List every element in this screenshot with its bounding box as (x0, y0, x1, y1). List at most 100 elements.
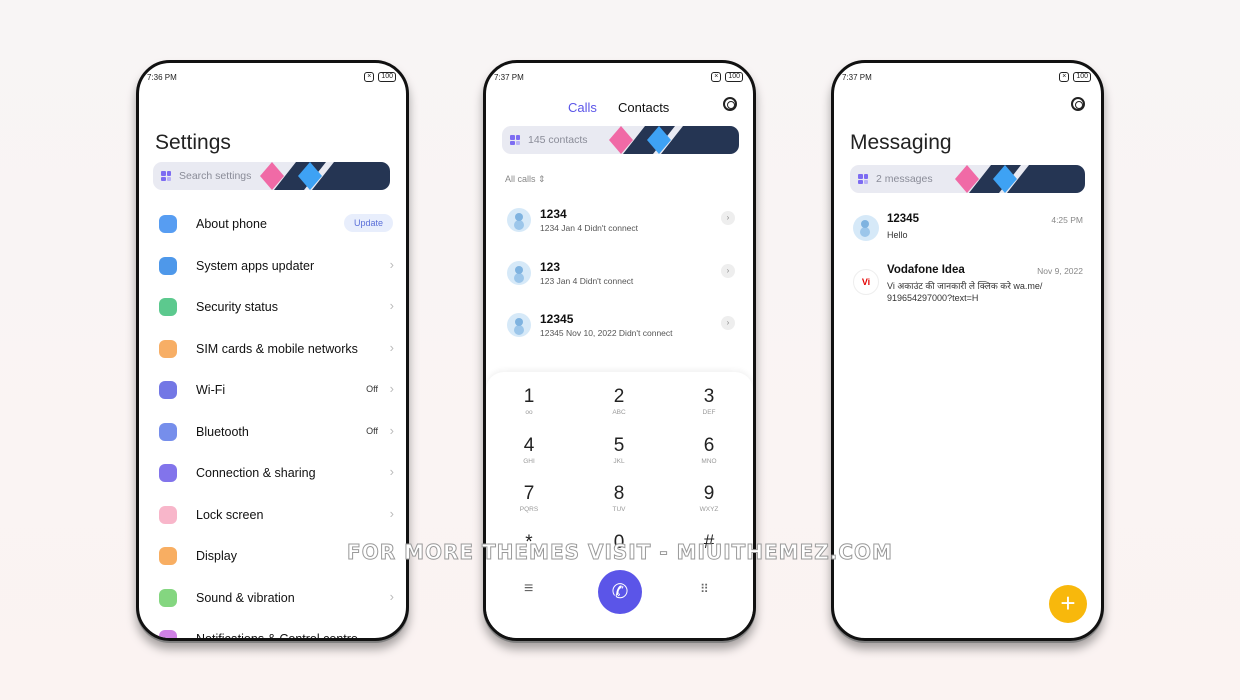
menu-icon[interactable]: ≡ (524, 580, 533, 598)
key-letters: MNO (701, 457, 717, 465)
message-time: Nov 9, 2022 (1037, 266, 1083, 276)
chevron-right-icon[interactable]: › (721, 263, 735, 278)
status-icons: × 100 (364, 72, 396, 82)
chevron-right-icon: › (389, 381, 394, 396)
settings-item-label: Lock screen (196, 507, 264, 522)
settings-item-label: Bluetooth (196, 424, 249, 439)
battery-icon: 100 (725, 72, 743, 82)
message-thread[interactable]: 12345 4:25 PM Hello (834, 213, 1101, 257)
status-icons: × 100 (711, 72, 743, 82)
dial-key[interactable]: 2 ABC (589, 386, 649, 416)
tab-calls[interactable]: Calls (568, 100, 597, 115)
banner-decoration (609, 126, 739, 154)
filter-label: All calls (505, 174, 536, 184)
dialpad: 1 ᴏᴏ 2 ABC 3 DEF 4 GHI 5 JKL 6 MNO 7 PQRS 8 TUV 9 WXYZ * 0 +… (486, 372, 753, 638)
chevron-right-icon: › (389, 630, 394, 641)
message-preview: Vi अकाउंट की जानकारी ले क्लिक करे wa.me/… (887, 281, 1043, 303)
settings-item-value: Off (366, 425, 378, 436)
key-letters: TUV (612, 506, 626, 513)
settings-item[interactable]: Wi-Fi Off › (139, 375, 406, 405)
settings-item-label: Security status (196, 300, 278, 314)
dial-key[interactable]: 8 TUV (589, 483, 649, 513)
status-time: 7:36 PM (147, 73, 177, 82)
settings-item-label: Sound & vibration (196, 590, 295, 605)
page-title: Settings (155, 131, 231, 154)
dial-key[interactable]: 4 GHI (499, 435, 559, 465)
sim-icon: × (1059, 72, 1070, 82)
call-button[interactable]: ✆ (598, 570, 642, 614)
battery-icon: 100 (1073, 72, 1091, 82)
new-message-button[interactable]: + (1049, 585, 1087, 623)
chevron-right-icon: › (389, 256, 394, 272)
settings-item[interactable]: Sound & vibration › (139, 583, 406, 613)
settings-item[interactable]: Security status › (139, 292, 406, 322)
call-log-row[interactable]: 1234 1234 Jan 4 Didn't connect › (486, 203, 753, 247)
dial-key[interactable]: 3 DEF (679, 386, 739, 416)
vodafone-logo: Vi (853, 269, 879, 295)
call-name: 1234 (540, 207, 567, 221)
sim-icon: × (711, 72, 722, 82)
dial-key[interactable]: 7 PQRS (499, 483, 559, 513)
sender-name: Vodafone Idea (887, 264, 965, 276)
key-digit: 7 (523, 483, 535, 504)
search-input[interactable]: Search settings (153, 162, 390, 190)
settings-item[interactable]: Notifications & Control centre › (139, 624, 406, 641)
settings-item-value: Off (366, 384, 378, 394)
dial-key[interactable]: 5 JKL (589, 435, 649, 465)
key-letters: WXYZ (699, 506, 719, 513)
gear-icon[interactable] (1071, 97, 1085, 111)
avatar (507, 208, 531, 232)
settings-item[interactable]: SIM cards & mobile networks › (139, 334, 406, 364)
avatar (853, 215, 879, 241)
chevron-right-icon: › (389, 339, 394, 355)
call-log-row[interactable]: 123 123 Jan 4 Didn't connect › (486, 256, 753, 300)
battery-icon: 100 (378, 72, 396, 82)
gear-icon[interactable] (723, 97, 737, 111)
settings-item[interactable]: System apps updater › (139, 251, 406, 281)
contacts-search-input[interactable]: 145 contacts (502, 126, 739, 154)
settings-item-label: Notifications & Control centre (196, 632, 358, 641)
key-letters: JKL (613, 457, 625, 465)
dial-key[interactable]: 1 ᴏᴏ (499, 386, 559, 416)
update-icon (159, 256, 177, 275)
call-name: 12345 (540, 312, 574, 326)
dialpad-toggle-icon[interactable]: ⠿ (700, 582, 709, 596)
tab-contacts[interactable]: Contacts (618, 100, 669, 115)
avatar (507, 260, 531, 285)
sender-name: 12345 (887, 213, 919, 225)
call-detail: 12345 Nov 10, 2022 Didn't connect (540, 328, 673, 338)
key-letters: ABC (612, 409, 626, 416)
connection-icon (159, 464, 177, 482)
status-icons: × 100 (1059, 72, 1091, 82)
key-digit: 9 (703, 483, 715, 504)
settings-item-label: Connection & sharing (196, 466, 316, 480)
call-log-row[interactable]: 12345 12345 Nov 10, 2022 Didn't connect › (486, 308, 753, 352)
dial-key[interactable]: 6 MNO (679, 435, 739, 465)
key-letters: GHI (523, 457, 535, 465)
call-detail: 123 Jan 4 Didn't connect (540, 275, 634, 286)
settings-item[interactable]: Bluetooth Off › (139, 417, 406, 447)
update-badge[interactable]: Update (343, 214, 393, 232)
key-digit: 3 (703, 386, 715, 407)
banner-decoration (260, 162, 390, 190)
sort-icon: ⇕ (538, 174, 546, 184)
chevron-right-icon: › (389, 588, 394, 604)
settings-item[interactable]: Lock screen › (139, 500, 406, 530)
chevron-right-icon[interactable]: › (721, 211, 735, 225)
status-time: 7:37 PM (842, 73, 872, 82)
chevron-right-icon: › (389, 298, 394, 313)
message-thread[interactable]: Vi Vodafone Idea Nov 9, 2022 Vi अकाउंट की ज… (834, 264, 1101, 308)
messages-search-input[interactable]: 2 messages (850, 165, 1085, 193)
settings-item[interactable]: Connection & sharing › (139, 458, 406, 488)
sim-icon: × (364, 72, 375, 82)
call-filter-dropdown[interactable]: All calls ⇕ (505, 174, 546, 185)
watermark: FOR MORE THEMES VISIT - MIUITHEMEZ.COM (347, 540, 893, 565)
notifications-icon (159, 630, 177, 638)
settings-item-label: SIM cards & mobile networks (196, 341, 358, 356)
chevron-right-icon[interactable]: › (721, 316, 735, 330)
chevron-right-icon: › (389, 464, 394, 479)
dial-key[interactable]: 9 WXYZ (679, 483, 739, 513)
settings-item[interactable]: About phone Update (139, 209, 406, 239)
sound-icon (159, 588, 177, 607)
lock-icon (159, 505, 177, 524)
